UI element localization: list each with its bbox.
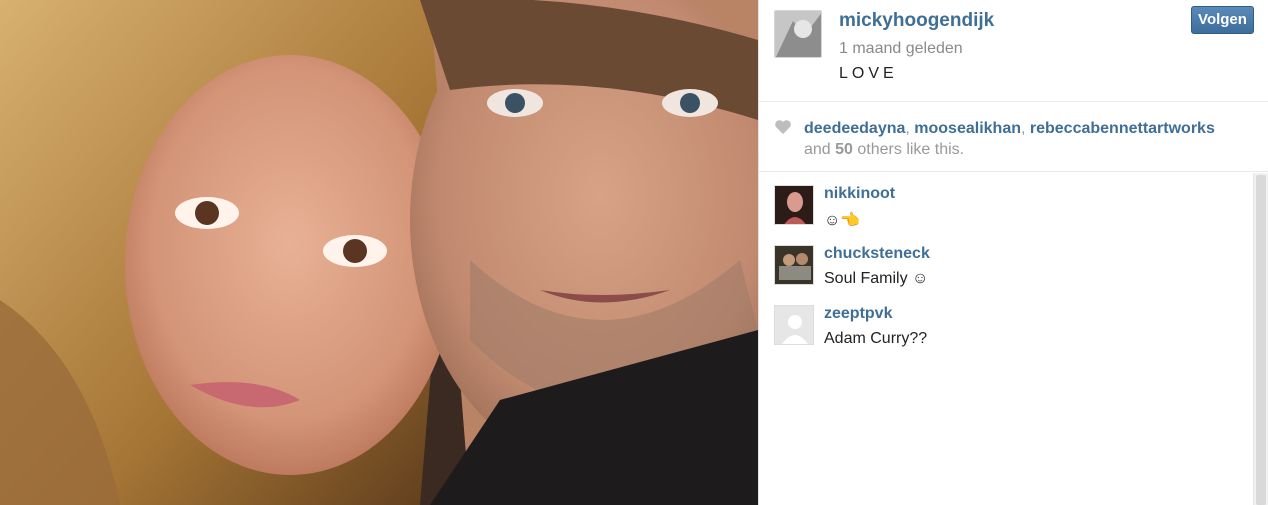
comment-text: Soul Family ☺ xyxy=(824,270,929,287)
likes-section: deedeedayna, moosealikhan, rebeccabennet… xyxy=(759,102,1268,172)
heart-icon[interactable] xyxy=(774,119,792,135)
default-avatar-icon xyxy=(775,306,813,344)
scrollbar-thumb[interactable] xyxy=(1256,175,1266,505)
liker-link[interactable]: rebeccabennettartworks xyxy=(1030,120,1215,137)
follow-button[interactable]: Volgen xyxy=(1191,6,1254,34)
post-timestamp[interactable]: 1 maand geleden xyxy=(839,40,963,58)
comment-username[interactable]: chucksteneck xyxy=(824,245,930,263)
comment-item: nikkinoot ☺👈 xyxy=(759,185,1239,245)
author-username[interactable]: mickyhoogendijk xyxy=(839,10,994,32)
commenter-avatar[interactable] xyxy=(774,305,814,345)
avatar-image xyxy=(775,246,813,284)
likes-suffix: others like this. xyxy=(857,141,965,158)
likes-prefix: and xyxy=(804,141,831,158)
author-avatar[interactable] xyxy=(774,10,822,58)
comment-item: zeeptpvk Adam Curry?? xyxy=(759,305,1239,365)
liker-link[interactable]: moosealikhan xyxy=(914,120,1021,137)
liker-link[interactable]: deedeedayna xyxy=(804,120,905,137)
post-header: mickyhoogendijk 1 maand geleden LOVE Vol… xyxy=(759,0,1268,102)
comment-username[interactable]: nikkinoot xyxy=(824,185,895,203)
post-photo[interactable] xyxy=(0,0,758,505)
author-avatar-image xyxy=(775,11,821,57)
comment-text: Adam Curry?? xyxy=(824,330,928,347)
selfie-photo xyxy=(0,0,758,505)
avatar-image xyxy=(775,186,813,224)
comment-username[interactable]: zeeptpvk xyxy=(824,305,892,323)
comments-list: nikkinoot ☺👈 chucksteneck Soul Family ☺ xyxy=(759,173,1254,505)
post-detail-panel: mickyhoogendijk 1 maand geleden LOVE Vol… xyxy=(758,0,1268,505)
commenter-avatar[interactable] xyxy=(774,185,814,225)
post-caption: LOVE xyxy=(839,65,898,82)
comment-item: chucksteneck Soul Family ☺ xyxy=(759,245,1239,305)
comments-scrollbar[interactable] xyxy=(1253,173,1268,505)
likes-count[interactable]: 50 xyxy=(835,141,853,158)
comment-text: ☺👈 xyxy=(824,212,861,229)
commenter-avatar[interactable] xyxy=(774,245,814,285)
likers-text: deedeedayna, moosealikhan, rebeccabennet… xyxy=(804,120,1215,158)
